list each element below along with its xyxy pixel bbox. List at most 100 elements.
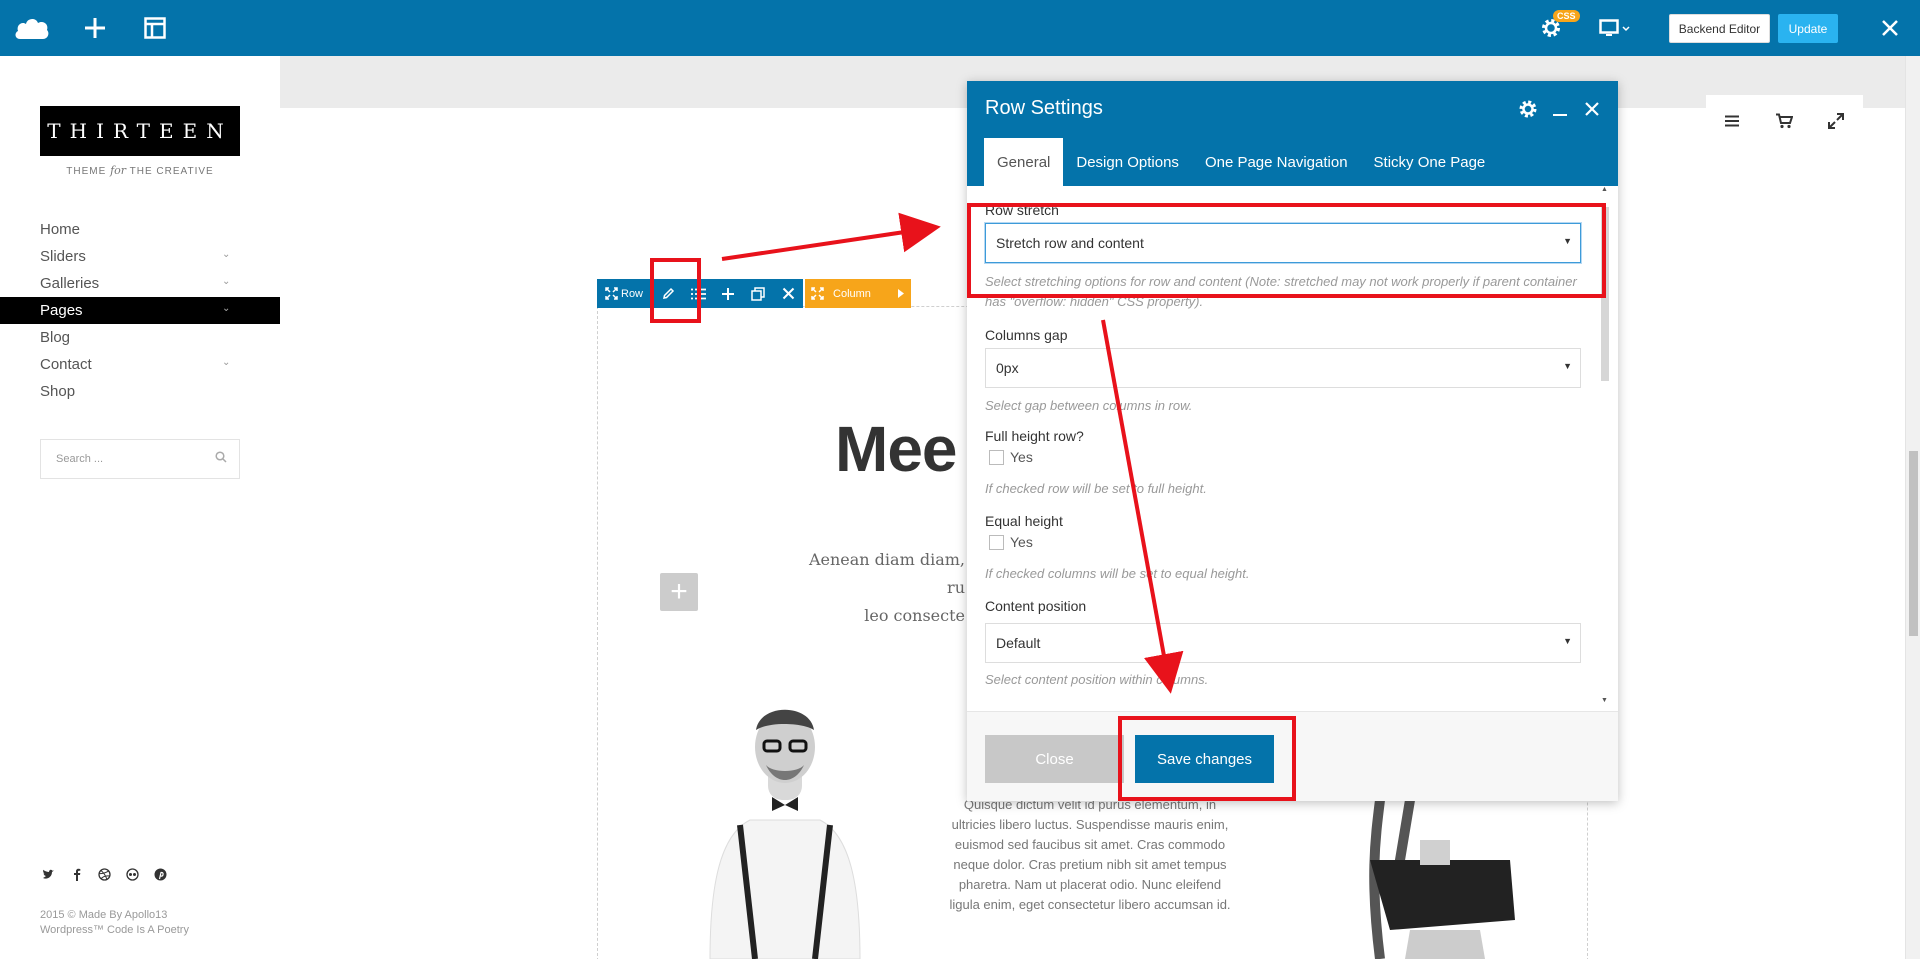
checkbox-label: Yes — [1010, 449, 1033, 465]
tab-one-page-navigation[interactable]: One Page Navigation — [1192, 138, 1361, 186]
annotation-highlight-save — [1118, 716, 1296, 801]
scrollbar-thumb[interactable] — [1909, 451, 1918, 636]
delete-row-icon[interactable] — [773, 279, 803, 308]
gear-icon[interactable] — [1516, 97, 1540, 121]
menu-item-label: Galleries — [40, 275, 100, 292]
logo-icon[interactable] — [12, 0, 52, 56]
copyright-line: 2015 © Made By Apollo13 — [40, 909, 168, 921]
body-line: neque dolor. Cras pretium nibh sit amet … — [953, 857, 1227, 872]
select-arrow-icon: ▼ — [1563, 361, 1572, 371]
tagline-after: THE CREATIVE — [129, 166, 214, 177]
body-line: ultricies libero luctus. Suspendisse mau… — [951, 817, 1229, 832]
content-position-hint: Select content position within columns. — [985, 672, 1209, 687]
row-label[interactable]: Row — [621, 288, 653, 300]
clone-row-icon[interactable] — [743, 279, 773, 308]
checkbox-box[interactable] — [989, 449, 1004, 465]
menu-item-pages[interactable]: Pages ⌄ — [0, 297, 280, 324]
pinterest-icon[interactable] — [152, 866, 169, 883]
content-position-label: Content position — [985, 598, 1087, 614]
responsive-view-icon[interactable] — [1598, 0, 1632, 56]
flickr-icon[interactable] — [124, 866, 141, 883]
tab-design-options[interactable]: Design Options — [1063, 138, 1192, 186]
equal-height-label: Equal height — [985, 513, 1063, 529]
main-menu: Home Sliders ⌄ Galleries ⌄ Pages ⌄ Blog Con… — [0, 216, 280, 405]
cart-icon[interactable] — [1758, 95, 1810, 147]
search-placeholder: Search ... — [56, 453, 104, 465]
column-label[interactable]: Column — [829, 288, 891, 300]
tagline-italic: for — [110, 164, 127, 177]
lead-line: leo consecte — [864, 606, 965, 625]
body-line: pharetra. Nam ut placerat odio. Nunc ele… — [958, 877, 1222, 892]
add-column-icon[interactable] — [713, 279, 743, 308]
dribbble-icon[interactable] — [96, 866, 113, 883]
editor-toolbar: CSS Backend Editor Update — [0, 0, 1920, 56]
site-logo[interactable]: THIRTEEN — [40, 106, 240, 156]
menu-icon[interactable] — [1706, 95, 1758, 147]
menu-item-label: Blog — [40, 329, 71, 346]
update-button[interactable]: Update — [1778, 14, 1838, 43]
close-icon[interactable] — [1580, 97, 1604, 121]
page-settings-icon[interactable] — [1538, 0, 1564, 56]
chevron-down-icon[interactable]: ⌄ — [222, 357, 230, 368]
annotation-highlight-edit — [650, 258, 701, 323]
checkbox-box[interactable] — [989, 534, 1004, 550]
social-links — [40, 866, 169, 883]
add-element-button[interactable]: + — [660, 573, 698, 611]
minimize-icon[interactable] — [1548, 97, 1572, 121]
body-line: euismod sed faucibus sit amet. Cras comm… — [954, 837, 1226, 852]
equal-height-hint: If checked columns will be set to equal … — [985, 566, 1250, 581]
menu-item-contact[interactable]: Contact ⌄ — [0, 351, 280, 378]
copyright: 2015 © Made By Apollo13 Wordpress™ Code … — [40, 908, 189, 938]
chevron-down-icon[interactable]: ⌄ — [222, 303, 230, 314]
tab-general[interactable]: General — [984, 138, 1064, 186]
fullscreen-icon[interactable] — [1810, 95, 1862, 147]
content-position-value: Default — [996, 635, 1041, 651]
column-control-bar: Column — [805, 279, 911, 308]
menu-item-shop[interactable]: Shop — [0, 378, 280, 405]
full-height-label: Full height row? — [985, 428, 1084, 444]
tagline-before: THEME — [66, 166, 107, 177]
move-row-icon[interactable] — [601, 279, 621, 308]
menu-item-sliders[interactable]: Sliders ⌄ — [0, 243, 280, 270]
columns-gap-select[interactable]: 0px ▼ — [985, 348, 1581, 388]
equal-height-checkbox[interactable]: Yes — [989, 534, 1033, 550]
section-heading: Mee — [835, 413, 957, 485]
scroll-down-icon[interactable]: ▼ — [1601, 697, 1608, 704]
dialog-header[interactable]: Row Settings General Design Options One … — [967, 81, 1618, 186]
templates-icon[interactable] — [140, 0, 170, 56]
menu-item-galleries[interactable]: Galleries ⌄ — [0, 270, 280, 297]
facebook-icon[interactable] — [68, 866, 85, 883]
row-settings-dialog: Row Settings General Design Options One … — [967, 81, 1618, 801]
move-column-icon[interactable] — [805, 287, 829, 300]
section-body-text: Quisque dictum velit id purus elementum,… — [940, 795, 1240, 915]
close-button[interactable]: Close — [985, 735, 1124, 783]
menu-item-blog[interactable]: Blog — [0, 324, 280, 351]
menu-item-label: Sliders — [40, 248, 86, 265]
section-lead: Aenean diam diam, ru leo consecte — [790, 546, 965, 630]
page-scrollbar[interactable] — [1905, 56, 1920, 959]
chevron-down-icon[interactable]: ⌄ — [222, 276, 230, 287]
search-icon[interactable] — [215, 451, 227, 466]
menu-item-label: Contact — [40, 356, 92, 373]
dialog-title: Row Settings — [985, 97, 1103, 119]
checkbox-label: Yes — [1010, 534, 1033, 550]
close-icon[interactable] — [1878, 0, 1902, 56]
select-arrow-icon: ▼ — [1563, 636, 1572, 646]
menu-item-label: Pages — [40, 302, 83, 319]
backend-editor-button[interactable]: Backend Editor — [1669, 14, 1770, 43]
columns-gap-value: 0px — [996, 360, 1019, 376]
search-input[interactable]: Search ... — [40, 439, 240, 479]
content-position-select[interactable]: Default ▼ — [985, 623, 1581, 663]
chevron-right-icon[interactable] — [891, 289, 911, 298]
chevron-down-icon[interactable]: ⌄ — [222, 249, 230, 260]
dialog-tabs: General Design Options One Page Navigati… — [984, 138, 1498, 186]
menu-item-label: Home — [40, 221, 81, 238]
add-element-icon[interactable] — [80, 0, 110, 56]
lead-line: Aenean diam diam, ru — [808, 550, 965, 597]
full-height-checkbox[interactable]: Yes — [989, 449, 1033, 465]
twitter-icon[interactable] — [40, 866, 57, 883]
scroll-up-icon[interactable]: ▲ — [1601, 186, 1608, 193]
menu-item-home[interactable]: Home — [0, 216, 280, 243]
header-tools — [1706, 95, 1863, 147]
tab-sticky-one-page[interactable]: Sticky One Page — [1361, 138, 1499, 186]
